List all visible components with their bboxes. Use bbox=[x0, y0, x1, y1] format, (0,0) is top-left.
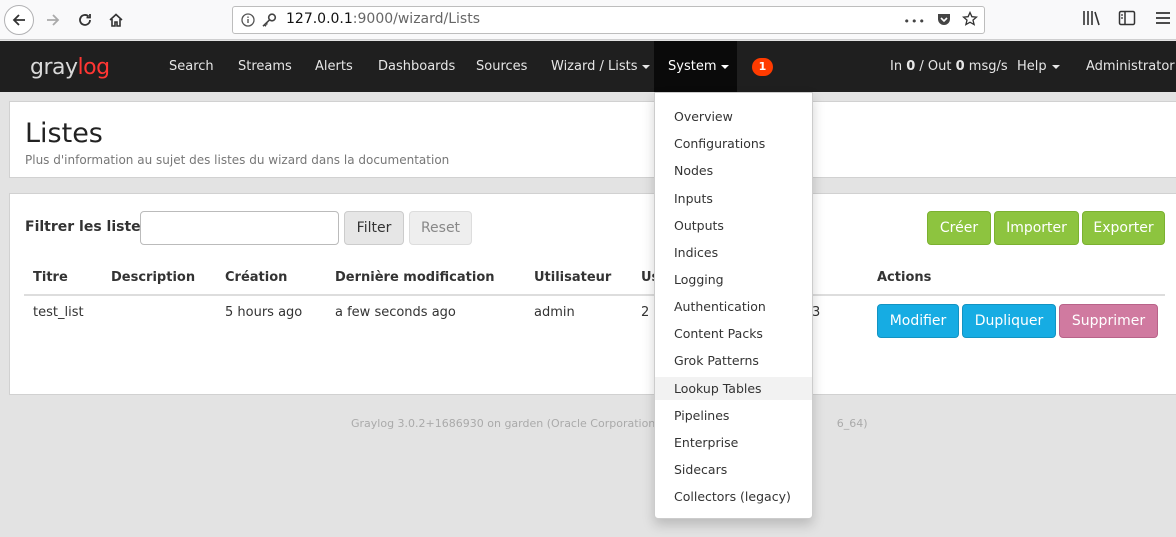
caret-down-icon bbox=[1051, 64, 1060, 69]
nav-wizard-label: Wizard / Lists bbox=[551, 59, 638, 74]
throughput-prefix: In bbox=[890, 59, 907, 74]
menu-item-nodes[interactable]: Nodes bbox=[655, 159, 812, 182]
filter-button[interactable]: Filter bbox=[344, 211, 404, 245]
nav-streams[interactable]: Streams bbox=[238, 41, 292, 92]
nav-dashboards[interactable]: Dashboards bbox=[378, 41, 455, 92]
filter-input[interactable] bbox=[140, 211, 339, 245]
caret-down-icon bbox=[642, 64, 651, 69]
edit-button[interactable]: Modifier bbox=[877, 304, 959, 338]
cell-usage: 2 bbox=[641, 305, 650, 320]
nav-sources[interactable]: Sources bbox=[476, 41, 527, 92]
menu-item-outputs[interactable]: Outputs bbox=[655, 214, 812, 237]
key-icon[interactable] bbox=[261, 13, 277, 31]
col-description: Description bbox=[111, 270, 196, 285]
page-description: Plus d'information au sujet des listes d… bbox=[25, 153, 450, 167]
system-dropdown-menu: Overview Configurations Nodes Inputs Out… bbox=[654, 92, 813, 519]
sidebar-icon[interactable] bbox=[1118, 10, 1136, 30]
address-bar[interactable]: 127.0.0.1:9000/wizard/Lists ••• bbox=[232, 6, 985, 34]
menu-item-collectors-legacy[interactable]: Collectors (legacy) bbox=[655, 485, 812, 508]
cell-created: 5 hours ago bbox=[225, 305, 303, 320]
filter-label: Filtrer les listes bbox=[25, 219, 149, 235]
arrow-right-icon bbox=[47, 14, 60, 26]
home-button[interactable] bbox=[101, 5, 131, 35]
arrow-left-icon bbox=[12, 14, 25, 26]
nav-user[interactable]: Administrator bbox=[1086, 41, 1176, 92]
top-navbar: graylog Search Streams Alerts Dashboards… bbox=[0, 41, 1176, 92]
nav-system-label: System bbox=[668, 59, 717, 74]
col-created: Création bbox=[225, 270, 288, 285]
throughput-suffix: msg/s bbox=[964, 59, 1008, 74]
col-user: Utilisateur bbox=[534, 270, 612, 285]
bookmark-star-icon[interactable] bbox=[961, 10, 979, 31]
browser-toolbar: 127.0.0.1:9000/wizard/Lists ••• bbox=[0, 0, 1176, 40]
menu-item-inputs[interactable]: Inputs bbox=[655, 187, 812, 210]
reload-icon bbox=[79, 14, 91, 26]
menu-item-overview[interactable]: Overview bbox=[655, 105, 812, 128]
caret-down-icon bbox=[721, 64, 730, 69]
nav-wizard-lists[interactable]: Wizard / Lists bbox=[551, 41, 651, 92]
logo-text-red: log bbox=[77, 55, 111, 80]
menu-item-indices[interactable]: Indices bbox=[655, 241, 812, 264]
cell-modified: a few seconds ago bbox=[335, 305, 456, 320]
reload-button[interactable] bbox=[70, 5, 100, 35]
delete-button[interactable]: Supprimer bbox=[1059, 304, 1158, 338]
cell-title: test_list bbox=[33, 305, 84, 320]
throughput-mid: / Out bbox=[915, 59, 956, 74]
create-button[interactable]: Créer bbox=[927, 211, 991, 245]
pocket-icon[interactable] bbox=[936, 12, 952, 31]
page-title: Listes bbox=[25, 118, 103, 149]
menu-item-logging[interactable]: Logging bbox=[655, 268, 812, 291]
logo-text-gray: gray bbox=[30, 55, 78, 80]
url-path: :9000/wizard/Lists bbox=[352, 11, 481, 27]
nav-alerts[interactable]: Alerts bbox=[315, 41, 353, 92]
menu-item-grok-patterns[interactable]: Grok Patterns bbox=[655, 349, 812, 372]
duplicate-button[interactable]: Dupliquer bbox=[962, 304, 1056, 338]
table-header: Titre Description Création Dernière modi… bbox=[24, 270, 1165, 296]
nav-system[interactable]: System bbox=[654, 41, 737, 92]
cell-user: admin bbox=[534, 305, 575, 320]
graylog-logo[interactable]: graylog bbox=[30, 55, 110, 80]
col-actions: Actions bbox=[877, 270, 932, 285]
forward-button[interactable] bbox=[38, 5, 68, 35]
menu-item-sidecars[interactable]: Sidecars bbox=[655, 458, 812, 481]
throughput-out: 0 bbox=[955, 59, 965, 74]
col-title: Titre bbox=[33, 270, 68, 285]
page-actions-icon[interactable]: ••• bbox=[904, 15, 926, 28]
nav-search[interactable]: Search bbox=[169, 41, 214, 92]
url-host: 127.0.0.1 bbox=[286, 11, 353, 27]
back-button[interactable] bbox=[4, 5, 34, 35]
throughput-in: 0 bbox=[906, 59, 916, 74]
menu-item-enterprise[interactable]: Enterprise bbox=[655, 431, 812, 454]
home-icon bbox=[109, 13, 123, 27]
footer-text-end: 6_64) bbox=[836, 417, 868, 430]
page-header: Listes Plus d'information au sujet des l… bbox=[9, 101, 1176, 178]
info-icon[interactable] bbox=[241, 13, 255, 31]
menu-item-pipelines[interactable]: Pipelines bbox=[655, 404, 812, 427]
menu-item-lookup-tables[interactable]: Lookup Tables bbox=[655, 377, 812, 400]
nav-user-label: Administrator bbox=[1086, 59, 1175, 74]
lists-panel: Filtrer les listes Filter Reset Créer Im… bbox=[9, 193, 1176, 395]
footer-text-start: Graylog 3.0.2+1686930 on garden (Oracle … bbox=[351, 417, 687, 430]
menu-item-authentication[interactable]: Authentication bbox=[655, 295, 812, 318]
reset-button[interactable]: Reset bbox=[409, 211, 472, 245]
url-text: 127.0.0.1:9000/wizard/Lists bbox=[286, 11, 480, 27]
nav-help[interactable]: Help bbox=[1017, 41, 1060, 92]
throughput-indicator[interactable]: In 0 / Out 0 msg/s bbox=[890, 41, 1008, 92]
menu-item-configurations[interactable]: Configurations bbox=[655, 132, 812, 155]
cell-fields: 3 bbox=[812, 305, 821, 320]
menu-item-content-packs[interactable]: Content Packs bbox=[655, 322, 812, 345]
menu-icon[interactable] bbox=[1154, 10, 1172, 30]
notification-badge[interactable]: 1 bbox=[752, 58, 773, 76]
col-modified: Dernière modification bbox=[335, 270, 495, 285]
export-button[interactable]: Exporter bbox=[1082, 211, 1165, 245]
library-icon[interactable] bbox=[1082, 10, 1100, 30]
nav-help-label: Help bbox=[1017, 59, 1047, 74]
import-button[interactable]: Importer bbox=[994, 211, 1079, 245]
